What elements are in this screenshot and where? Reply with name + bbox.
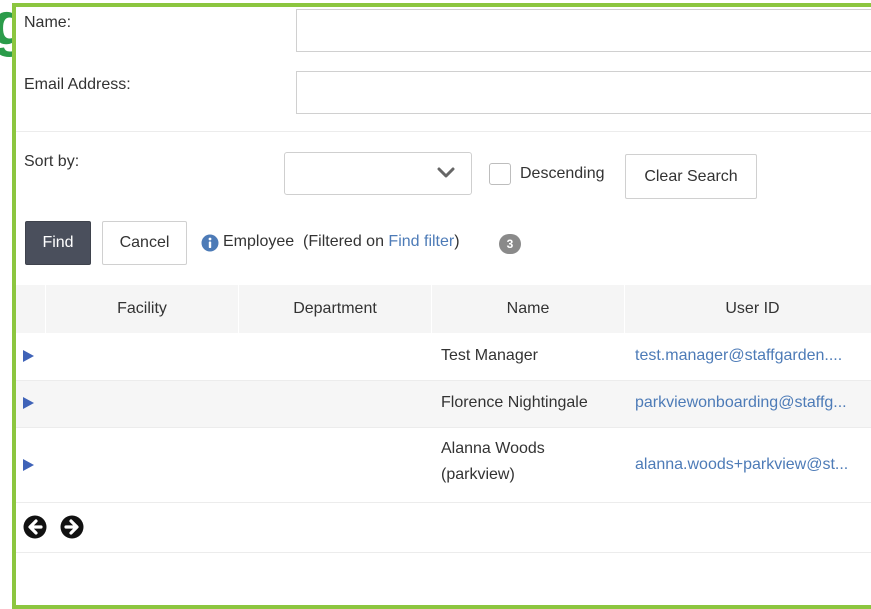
table-row[interactable]: Alanna Woods (parkview) alanna.woods+par… xyxy=(16,428,871,502)
result-summary: Employee (Filtered on Find filter) xyxy=(223,233,460,251)
email-label: Email Address: xyxy=(24,76,131,93)
cancel-button[interactable]: Cancel xyxy=(102,221,187,265)
entity-name: Employee xyxy=(223,233,295,250)
info-circle-icon xyxy=(201,234,219,252)
row-divider xyxy=(16,502,871,503)
divider xyxy=(16,131,871,132)
arrow-circle-left-icon[interactable] xyxy=(23,515,47,539)
clear-search-button[interactable]: Clear Search xyxy=(625,154,757,199)
arrow-circle-right-icon[interactable] xyxy=(60,515,84,539)
filter-prefix: (Filtered on xyxy=(303,233,389,250)
expand-row-icon[interactable] xyxy=(23,459,34,471)
column-header-name[interactable]: Name xyxy=(432,285,624,333)
column-header-user-id[interactable]: User ID xyxy=(625,285,871,333)
table-header: Facility Department Name User ID xyxy=(16,285,871,333)
column-header-facility[interactable]: Facility xyxy=(46,285,238,333)
sort-by-select[interactable] xyxy=(284,152,472,195)
column-header-department[interactable]: Department xyxy=(239,285,431,333)
expand-row-icon[interactable] xyxy=(23,397,34,409)
email-input[interactable] xyxy=(296,71,871,114)
footer-divider xyxy=(16,552,871,553)
cell-user-id-link[interactable]: alanna.woods+parkview@st... xyxy=(635,456,848,474)
sort-by-label: Sort by: xyxy=(24,153,80,170)
chevron-down-icon xyxy=(437,167,455,178)
find-button[interactable]: Find xyxy=(25,221,91,265)
descending-checkbox[interactable] xyxy=(489,163,511,185)
cell-user-id-link[interactable]: test.manager@staffgarden.... xyxy=(635,347,842,365)
expand-row-icon[interactable] xyxy=(23,350,34,362)
cell-user-id-link[interactable]: parkviewonboarding@staffg... xyxy=(635,394,847,412)
descending-label: Descending xyxy=(520,165,605,182)
table-row[interactable]: Test Manager test.manager@staffgarden...… xyxy=(16,333,871,380)
cell-name: Florence Nightingale xyxy=(441,394,588,411)
table-row[interactable]: Florence Nightingale parkviewonboarding@… xyxy=(16,381,871,427)
cell-name: Test Manager xyxy=(441,347,538,364)
filter-suffix: ) xyxy=(454,233,460,250)
name-label: Name: xyxy=(24,14,72,31)
name-input[interactable] xyxy=(296,9,871,52)
find-filter-link[interactable]: Find filter xyxy=(388,233,454,250)
result-count-badge: 3 xyxy=(499,234,521,254)
search-panel: Name: Email Address: Sort by: Descending… xyxy=(12,3,871,609)
cell-name: Alanna Woods (parkview) xyxy=(441,440,545,483)
